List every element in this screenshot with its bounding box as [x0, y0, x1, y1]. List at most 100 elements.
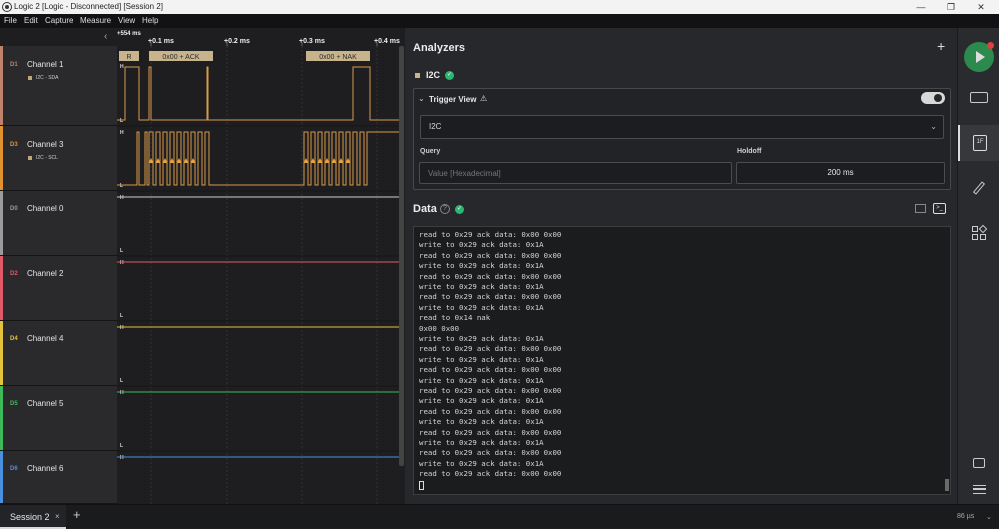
channel-row-d0[interactable]: D0 Channel 0 [0, 191, 117, 256]
data-line: 0x00 0x00 [419, 323, 460, 333]
analyzer-icon: 1F [973, 135, 987, 151]
data-line: read to 0x29 ack data: 0x00 0x00 [419, 448, 562, 458]
channel-name: Channel 0 [27, 204, 64, 213]
chevron-down-icon[interactable]: ⌄ [418, 94, 425, 103]
menu-edit[interactable]: Edit [24, 14, 38, 28]
channel-id: D2 [10, 271, 18, 277]
annotation-text: 0x00 + ACK [162, 54, 199, 61]
data-line: read to 0x14 nak [419, 313, 491, 323]
high-marker: H [120, 64, 124, 70]
channel-row-d4[interactable]: D4 Channel 4 [0, 321, 117, 386]
high-marker: H [120, 195, 124, 201]
data-line: read to 0x29 ack data: 0x00 0x00 [419, 250, 562, 260]
channel-name: Channel 3 [27, 140, 64, 149]
chevron-down-icon[interactable]: ⌄ [986, 513, 992, 521]
analyzer-tag-icon [28, 76, 32, 80]
select-value: I2C [429, 122, 442, 131]
device-settings-button[interactable] [958, 80, 999, 114]
low-marker: L [120, 118, 123, 124]
high-marker: H [120, 325, 124, 331]
chat-icon [973, 458, 985, 468]
data-line: read to 0x29 ack data: 0x00 0x00 [419, 365, 562, 375]
low-marker: L [120, 248, 123, 254]
i2c-annotation-nak[interactable]: 0x00 + NAK [306, 51, 370, 61]
session-tab[interactable]: Session 2 × [0, 505, 66, 529]
channel-header-top: ‹ [0, 28, 117, 46]
data-line: read to 0x29 ack data: 0x00 0x00 [419, 427, 562, 437]
analyzer-ok-icon: ✓ [445, 71, 454, 80]
analyzers-button[interactable]: 1F [958, 125, 999, 161]
menu-capture[interactable]: Capture [45, 14, 73, 28]
channel-name: Channel 1 [27, 60, 64, 69]
channel-color-bar [0, 256, 3, 320]
scl-sample-markers [148, 158, 351, 163]
waveform-view[interactable]: ‹ D1 Channel 1 I2C - SDA D3 Channel 3 I2… [0, 28, 405, 504]
i2c-annotation-r[interactable]: R [119, 51, 139, 61]
add-analyzer-button[interactable]: + [937, 38, 945, 54]
data-line: write to 0x29 ack data: 0x1A [419, 334, 544, 343]
menu-bar: File Edit Capture Measure View Help [0, 14, 999, 28]
channel-row-d6[interactable]: D6 Channel 6 [0, 451, 117, 504]
menu-measure[interactable]: Measure [80, 14, 111, 28]
extensions-button[interactable] [958, 216, 999, 250]
analyzer-tag-icon [28, 156, 32, 160]
main-menu-button[interactable] [958, 472, 999, 506]
high-marker: H [120, 455, 124, 461]
data-line: write to 0x29 ack data: 0x1A [419, 302, 544, 312]
data-line: write to 0x29 ack data: 0x1A [419, 396, 544, 406]
terminal-view-icon[interactable]: >_ [933, 203, 946, 214]
high-marker: H [120, 260, 124, 266]
data-line: read to 0x29 ack data: 0x00 0x00 [419, 230, 562, 239]
channel-row-d1[interactable]: D1 Channel 1 I2C - SDA [0, 46, 117, 126]
channel-row-d5[interactable]: D5 Channel 5 [0, 386, 117, 451]
channel-name: Channel 2 [27, 269, 64, 278]
channel-color-bar [0, 451, 3, 503]
menu-file[interactable]: File [4, 14, 17, 28]
add-session-button[interactable]: + [73, 507, 81, 522]
i2c-annotation-ack[interactable]: 0x00 + ACK [149, 51, 213, 61]
scl-trace [117, 131, 399, 186]
annotation-text: R [126, 54, 131, 61]
data-line: write to 0x29 ack data: 0x1A [419, 354, 544, 364]
waveform-plot[interactable]: R 0x00 + ACK 0x00 + NAK H L H L H L H L … [117, 28, 399, 504]
terminal-scrollbar[interactable] [945, 479, 949, 491]
channel-color-bar [0, 321, 3, 385]
close-window-button[interactable]: ✕ [967, 0, 995, 14]
data-terminal[interactable]: read to 0x29 ack data: 0x00 0x00 write to… [413, 226, 951, 495]
data-ok-icon: ✓ [455, 205, 464, 214]
data-line: write to 0x29 ack data: 0x1A [419, 375, 544, 385]
query-input[interactable] [419, 162, 732, 184]
trigger-analyzer-select[interactable]: I2C ⌄ [420, 115, 944, 139]
menu-help[interactable]: Help [142, 14, 158, 28]
channel-id: D1 [10, 62, 18, 68]
menu-view[interactable]: View [118, 14, 135, 28]
channel-name: Channel 4 [27, 334, 64, 343]
sda-trace [117, 66, 399, 121]
holdoff-input[interactable]: 200 ms [736, 162, 945, 184]
channel-id: D6 [10, 466, 18, 472]
data-line: read to 0x29 ack data: 0x00 0x00 [419, 292, 562, 302]
measurements-button[interactable] [958, 171, 999, 205]
maximize-button[interactable]: ❐ [937, 0, 965, 14]
channel-color-bar [0, 386, 3, 450]
chevron-left-icon[interactable]: ‹ [104, 31, 107, 42]
channel-id: D0 [10, 206, 18, 212]
close-tab-icon[interactable]: × [55, 505, 60, 529]
waveform-scrollbar[interactable] [399, 46, 404, 466]
channel-row-d2[interactable]: D2 Channel 2 [0, 256, 117, 321]
holdoff-label: Holdoff [737, 148, 762, 155]
minimize-button[interactable]: — [907, 0, 935, 14]
channel-row-d3[interactable]: D3 Channel 3 I2C - SCL [0, 126, 117, 191]
trigger-view-toggle[interactable] [921, 92, 945, 104]
query-label: Query [420, 148, 441, 155]
app-logo-icon [3, 3, 11, 11]
device-icon [970, 91, 988, 103]
analyzer-name[interactable]: I2C [426, 70, 440, 80]
high-marker: H [120, 390, 124, 396]
high-marker: H [120, 130, 124, 136]
start-capture-button[interactable] [958, 38, 999, 76]
data-line: write to 0x29 ack data: 0x1A [419, 417, 544, 427]
help-icon[interactable]: ? [440, 204, 450, 214]
data-line: read to 0x29 ack data: 0x00 0x00 [419, 386, 562, 395]
table-view-icon[interactable] [915, 204, 926, 213]
